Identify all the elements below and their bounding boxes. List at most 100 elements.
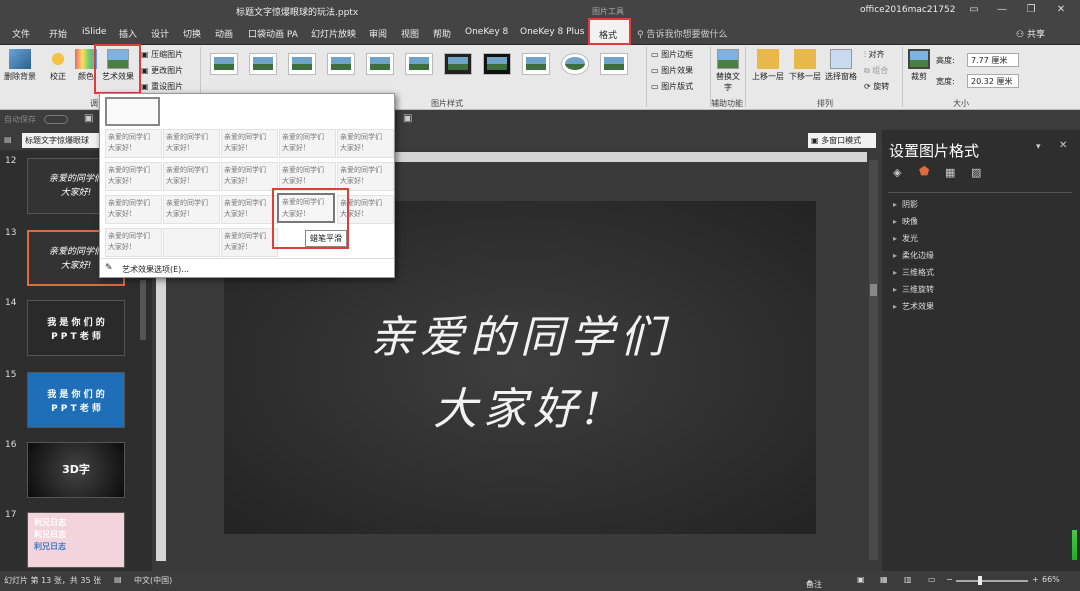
- slide-thumbnail-14[interactable]: 我 是 你 们 的 P P T 老 师: [27, 300, 125, 356]
- effect-item[interactable]: 亲爱的同学们 大家好!: [221, 228, 278, 257]
- effect-item[interactable]: 亲爱的同学们 大家好!: [279, 162, 336, 191]
- effect-item[interactable]: [163, 228, 220, 257]
- pane-close-icon[interactable]: ✕: [1059, 140, 1067, 151]
- effect-item[interactable]: 亲爱的同学们 大家好!: [163, 195, 220, 224]
- zoom-level[interactable]: 66%: [1042, 575, 1060, 584]
- tab-format[interactable]: 格式: [588, 18, 631, 45]
- send-backward-button[interactable]: 下移一层: [787, 49, 823, 82]
- picture-style-11[interactable]: [600, 53, 628, 75]
- section-soft-edges[interactable]: ▸ 柔化边缘: [893, 250, 934, 261]
- section-artistic-effects[interactable]: ▸ 艺术效果: [893, 301, 934, 312]
- selection-pane-button[interactable]: 选择窗格: [823, 49, 859, 82]
- picture-style-4[interactable]: [327, 53, 355, 75]
- zoom-out-icon[interactable]: −: [946, 575, 953, 584]
- zoom-slider-knob[interactable]: [977, 576, 982, 585]
- section-3d-format[interactable]: ▸ 三维格式: [893, 267, 934, 278]
- thumbnail-scrollbar-thumb[interactable]: [140, 280, 146, 340]
- tab-help[interactable]: 帮助: [433, 27, 451, 40]
- picture-effects-button[interactable]: ▭ 图片效果: [651, 65, 693, 76]
- effect-item[interactable]: 亲爱的同学们 大家好!: [221, 162, 278, 191]
- bring-forward-button[interactable]: 上移一层: [750, 49, 786, 82]
- effect-item[interactable]: 亲爱的同学们 大家好!: [221, 129, 278, 158]
- effect-pastels-smooth[interactable]: 亲爱的同学们 大家好!: [277, 193, 335, 223]
- effects-pentagon-icon[interactable]: ⬟: [919, 164, 929, 178]
- tab-design[interactable]: 设计: [151, 27, 169, 40]
- tab-onekey8[interactable]: OneKey 8: [465, 27, 508, 37]
- width-input[interactable]: 20.32 厘米: [967, 74, 1019, 88]
- qat-save-icon[interactable]: ▣: [403, 113, 412, 124]
- slide-thumbnail-15[interactable]: 我 是 你 们 的 P P T 老 师: [27, 372, 125, 428]
- effect-item[interactable]: 亲爱的同学们 大家好!: [279, 129, 336, 158]
- tab-home[interactable]: 开始: [49, 27, 67, 40]
- picture-style-5[interactable]: [366, 53, 394, 75]
- picture-style-1[interactable]: [210, 53, 238, 75]
- picture-style-6[interactable]: [405, 53, 433, 75]
- tell-me-search[interactable]: ⚲ 告诉我你想要做什么: [637, 27, 727, 40]
- picture-style-2[interactable]: [249, 53, 277, 75]
- slideshow-icon[interactable]: ▭: [928, 575, 936, 584]
- section-reflection[interactable]: ▸ 映像: [893, 216, 918, 227]
- picture-style-8[interactable]: [483, 53, 511, 75]
- picture-icon[interactable]: ▨: [971, 166, 981, 179]
- rotate-button[interactable]: ⟳ 旋转: [864, 81, 889, 92]
- reset-picture-button[interactable]: ▣ 重设图片: [141, 81, 183, 92]
- height-input[interactable]: 7.77 厘米: [967, 53, 1019, 67]
- slide-thumbnail-16[interactable]: 3D字: [27, 442, 125, 498]
- slide-scrollbar[interactable]: [869, 160, 878, 560]
- close-icon[interactable]: ✕: [1053, 3, 1069, 17]
- slide-scrollbar-thumb[interactable]: [870, 284, 877, 296]
- zoom-slider[interactable]: [956, 580, 1028, 582]
- effect-item[interactable]: 亲爱的同学们 大家好!: [221, 195, 278, 224]
- tab-onekey8-plus[interactable]: OneKey 8 Plus: [520, 27, 584, 37]
- change-picture-button[interactable]: ▣ 更改图片: [141, 65, 183, 76]
- minimize-icon[interactable]: —: [994, 3, 1010, 17]
- autosave-toggle[interactable]: [44, 115, 68, 124]
- tab-insert[interactable]: 插入: [119, 27, 137, 40]
- picture-border-button[interactable]: ▭ 图片边框: [651, 49, 693, 60]
- picture-style-10[interactable]: [561, 53, 589, 75]
- group-button[interactable]: ⧉ 组合: [864, 65, 888, 76]
- effect-item[interactable]: 亲爱的同学们 大家好!: [105, 228, 162, 257]
- tab-view[interactable]: 视图: [401, 27, 419, 40]
- picture-layout-button[interactable]: ▭ 图片版式: [651, 81, 693, 92]
- reading-view-icon[interactable]: ▥: [904, 575, 912, 584]
- tab-slideshow[interactable]: 幻灯片放映: [311, 27, 356, 40]
- user-account[interactable]: office2016mac21752: [860, 5, 955, 15]
- slide-line-1[interactable]: 亲爱的同学们: [224, 301, 816, 365]
- effect-item[interactable]: 亲爱的同学们 大家好!: [105, 129, 162, 158]
- tab-file[interactable]: 文件: [12, 27, 30, 40]
- remove-background-button[interactable]: 删除背景: [2, 49, 38, 82]
- section-3d-rotation[interactable]: ▸ 三维旋转: [893, 284, 934, 295]
- share-button[interactable]: ⚇ 共享: [1016, 27, 1045, 40]
- corrections-button[interactable]: 校正: [44, 49, 72, 82]
- effect-item[interactable]: 亲爱的同学们 大家好!: [337, 162, 394, 191]
- artistic-effects-options-link[interactable]: ✎ 艺术效果选项(E)...: [100, 258, 394, 278]
- pane-options-icon[interactable]: ▾: [1036, 142, 1041, 152]
- picture-style-9[interactable]: [522, 53, 550, 75]
- effect-item[interactable]: 亲爱的同学们 大家好!: [337, 129, 394, 158]
- alt-text-button[interactable]: 替换文字: [714, 49, 742, 93]
- picture-style-3[interactable]: [288, 53, 316, 75]
- crop-button[interactable]: 裁剪: [906, 49, 932, 82]
- save-icon[interactable]: ▣: [84, 113, 93, 124]
- document-tab[interactable]: 标题文字惊爆眼球: [22, 133, 100, 148]
- zoom-in-icon[interactable]: +: [1032, 575, 1039, 584]
- effect-none-selected[interactable]: [105, 97, 160, 126]
- tab-islide[interactable]: iSlide: [82, 27, 106, 37]
- ribbon-display-icon[interactable]: ▭: [966, 3, 982, 17]
- effect-item[interactable]: 亲爱的同学们 大家好!: [163, 162, 220, 191]
- accessibility-check-icon[interactable]: ▤: [114, 575, 122, 584]
- picture-style-7[interactable]: [444, 53, 472, 75]
- language-indicator[interactable]: 中文(中国): [134, 575, 172, 586]
- tab-review[interactable]: 审阅: [369, 27, 387, 40]
- tab-transitions[interactable]: 切换: [183, 27, 201, 40]
- multi-window-button[interactable]: ▣ 多窗口模式: [808, 133, 876, 148]
- section-glow[interactable]: ▸ 发光: [893, 233, 918, 244]
- slide-sorter-icon[interactable]: ▦: [880, 575, 888, 584]
- effect-item[interactable]: 亲爱的同学们 大家好!: [163, 129, 220, 158]
- normal-view-icon[interactable]: ▣: [857, 575, 865, 584]
- compress-pictures-button[interactable]: ▣ 压缩图片: [141, 49, 183, 60]
- effect-item[interactable]: 亲爱的同学们 大家好!: [105, 195, 162, 224]
- tab-pocket-animation[interactable]: 口袋动画 PA: [248, 27, 298, 40]
- maximize-icon[interactable]: ❐: [1023, 3, 1039, 17]
